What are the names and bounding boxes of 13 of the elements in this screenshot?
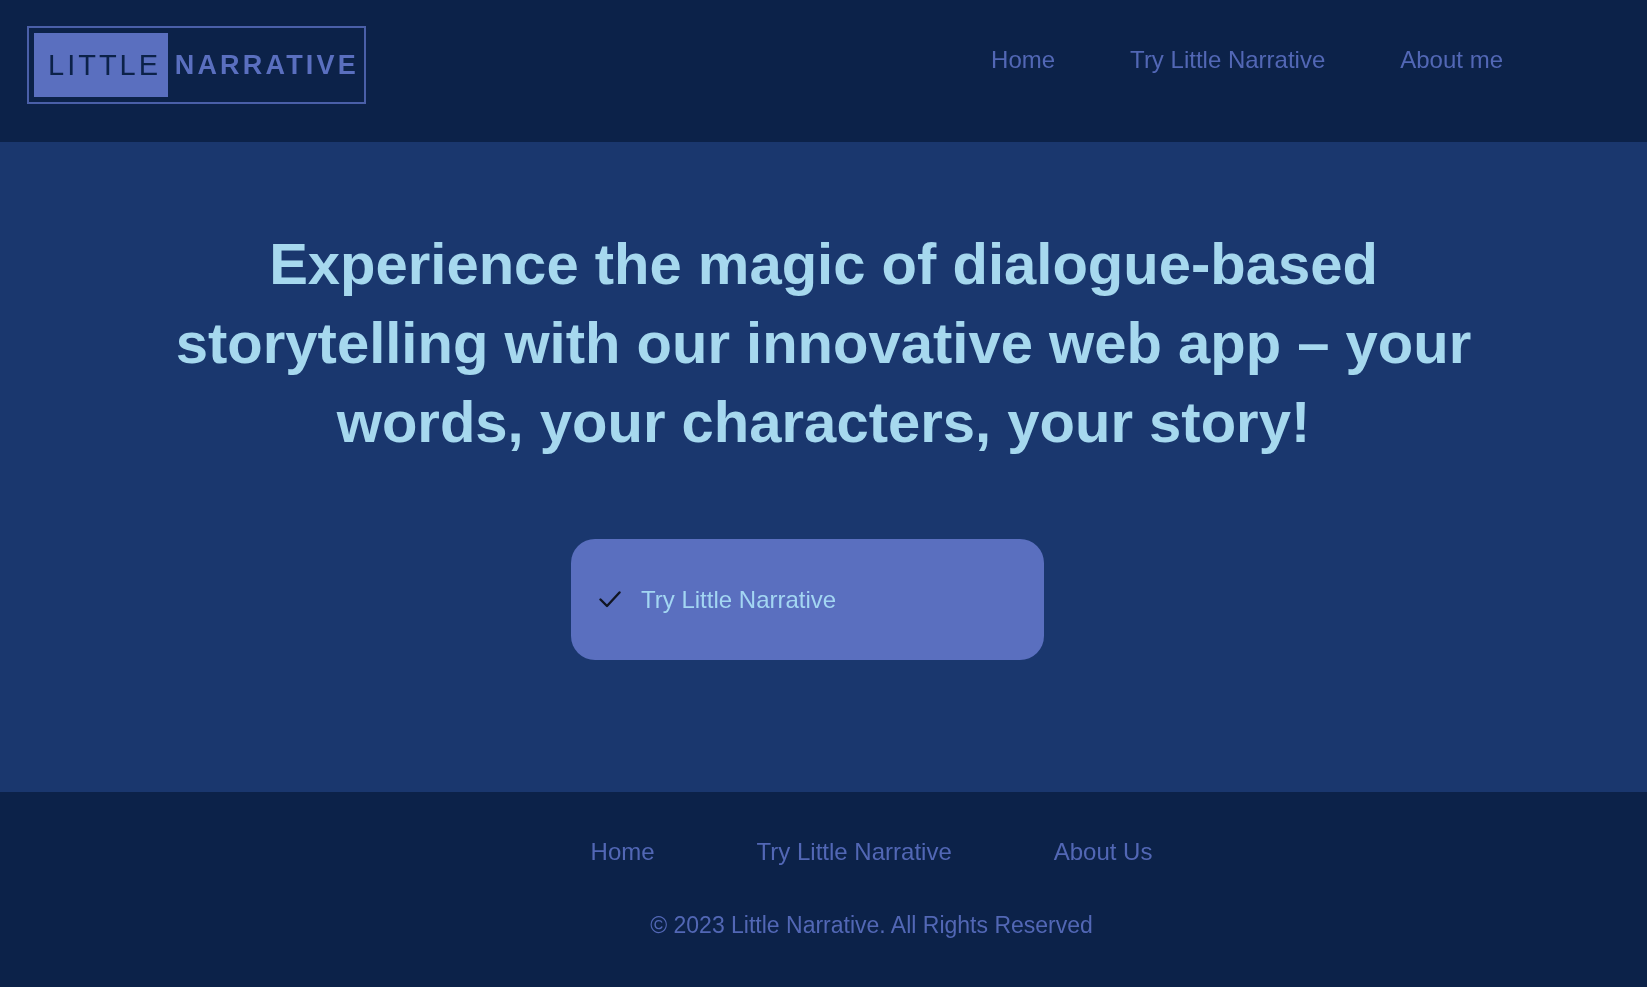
footer-link[interactable]: Try Little Narrative: [756, 836, 952, 868]
nav-link[interactable]: Home: [991, 44, 1056, 76]
logo-text: LITTLE: [34, 33, 168, 97]
nav-link[interactable]: About me: [1400, 44, 1503, 76]
check-icon: [599, 591, 621, 608]
cta-button[interactable]: Try Little Narrative: [571, 539, 1044, 660]
footer-link[interactable]: About Us: [1053, 836, 1153, 868]
logo[interactable]: LITTLE NARRATIVE: [27, 26, 366, 104]
logo-text: NARRATIVE: [174, 49, 359, 81]
hero-heading: Experience the magic of dialogue-based storytelling with our innovative web app – your words, your characters, your story!: [174, 230, 1473, 456]
footer-link[interactable]: Home: [590, 836, 655, 868]
copyright-text: © 2023 Little Narrative. All Rights Reserved: [650, 911, 1093, 940]
nav-link[interactable]: Try Little Narrative: [1130, 44, 1326, 76]
